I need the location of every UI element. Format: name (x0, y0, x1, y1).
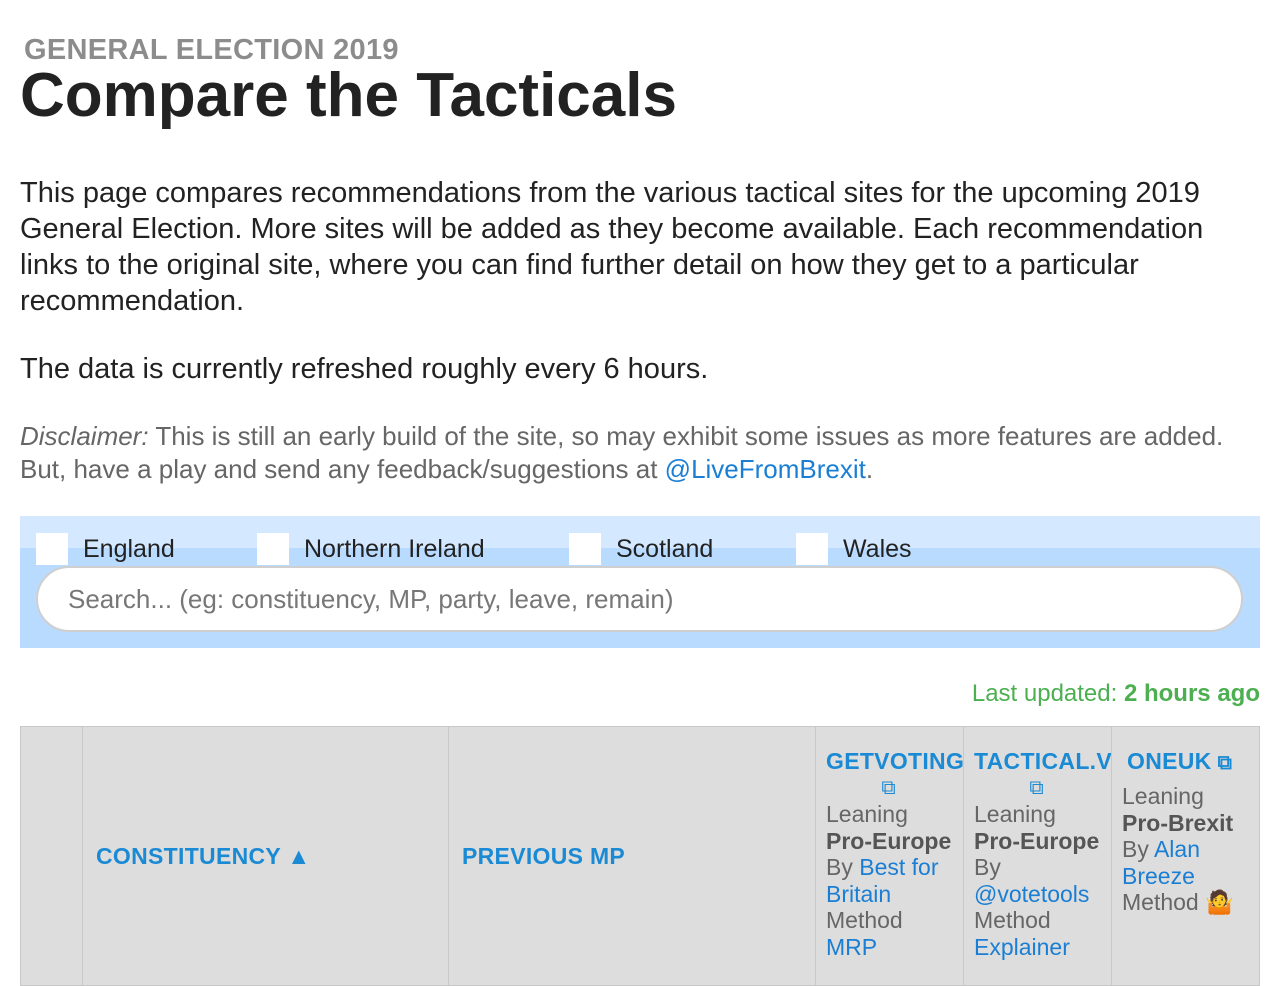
page-title: Compare the Tacticals (20, 61, 677, 130)
leaning-label: Leaning (826, 801, 908, 827)
site-meta: Leaning Pro-Europe By @votetools Method … (974, 801, 1111, 960)
disclaimer-end: . (865, 454, 874, 484)
leaning-value: Pro-Europe (974, 827, 1100, 854)
site-meta: Leaning Pro-Europe By Best for Britain M… (826, 801, 963, 960)
last-updated: Last updated: 2 hours ago (972, 680, 1260, 708)
external-link-icon[interactable]: ⧉ (974, 775, 1111, 801)
leaning-label: Leaning (1122, 783, 1204, 809)
previous-mp-sort-label[interactable]: PREVIOUS MP (462, 843, 625, 870)
region-filter-scotland[interactable]: Scotland (569, 532, 713, 566)
by-label: By (1122, 836, 1149, 862)
constituency-column-header[interactable]: CONSTITUENCY ▲ (83, 727, 449, 985)
region-filter-england[interactable]: England (36, 532, 175, 566)
previous-mp-column-header[interactable]: PREVIOUS MP (449, 727, 816, 985)
region-label: Wales (843, 534, 912, 563)
site-name-link[interactable]: TACTICAL.V (974, 747, 1111, 775)
site-meta: Leaning Pro-Brexit By Alan Breeze Method… (1122, 783, 1259, 916)
checkbox[interactable] (257, 533, 289, 565)
region-label: Scotland (616, 534, 714, 563)
shrug-icon: 🤷 (1205, 889, 1234, 915)
region-filter-northern-ireland[interactable]: Northern Ireland (257, 532, 485, 566)
method-label: Method (974, 907, 1051, 933)
table-header: CONSTITUENCY ▲ PREVIOUS MP GETVOTING ⧉ L… (20, 726, 1260, 986)
external-link-icon[interactable]: ⧉ (826, 775, 963, 801)
row-index-header (21, 727, 83, 985)
checkbox[interactable] (796, 533, 828, 565)
constituency-sort-label[interactable]: CONSTITUENCY ▲ (96, 843, 310, 870)
filter-panel: England Northern Ireland Scotland Wales (20, 516, 1260, 648)
site-column-oneuk: ONEUK ⧉ Leaning Pro-Brexit By Alan Breeze… (1112, 727, 1259, 985)
method-link[interactable]: MRP (826, 934, 877, 960)
site-name-row: ONEUK ⧉ (1122, 747, 1259, 777)
site-column-getvoting: GETVOTING ⧉ Leaning Pro-Europe By Best f… (816, 727, 964, 985)
by-label: By (974, 854, 1001, 880)
by-label: By (826, 854, 853, 880)
region-filter-wales[interactable]: Wales (796, 532, 912, 566)
method-label: Method (826, 907, 903, 933)
search-input[interactable] (36, 566, 1243, 632)
site-name-link[interactable]: GETVOTING (826, 747, 963, 775)
disclaimer-label: Disclaimer: (20, 421, 149, 451)
last-updated-label: Last updated: (971, 680, 1124, 707)
leaning-value: Pro-Europe (826, 827, 952, 854)
refresh-note: The data is currently refreshed roughly … (20, 353, 709, 385)
leaning-value: Pro-Brexit (1122, 809, 1234, 836)
external-link-icon[interactable]: ⧉ (1218, 752, 1233, 774)
page: GENERAL ELECTION 2019 Compare the Tactic… (0, 0, 1280, 986)
checkbox[interactable] (36, 533, 68, 565)
disclaimer: Disclaimer: This is still an early build… (20, 420, 1265, 486)
intro-paragraph: This page compares recommendations from … (20, 177, 1204, 317)
region-label: England (83, 534, 175, 563)
method-link[interactable]: Explainer (974, 934, 1070, 960)
leaning-label: Leaning (974, 801, 1056, 827)
checkbox[interactable] (569, 533, 601, 565)
disclaimer-text: This is still an early build of the site… (20, 421, 1224, 484)
author-link[interactable]: @votetools (974, 881, 1089, 907)
feedback-twitter-link[interactable]: @LiveFromBrexit (665, 454, 866, 484)
last-updated-value: 2 hours ago (1123, 680, 1260, 707)
site-column-tactical-vote: TACTICAL.V ⧉ Leaning Pro-Europe By @vote… (964, 727, 1112, 985)
region-label: Northern Ireland (304, 534, 485, 563)
site-name-link[interactable]: ONEUK (1127, 748, 1212, 774)
method-label: Method (1122, 889, 1199, 915)
